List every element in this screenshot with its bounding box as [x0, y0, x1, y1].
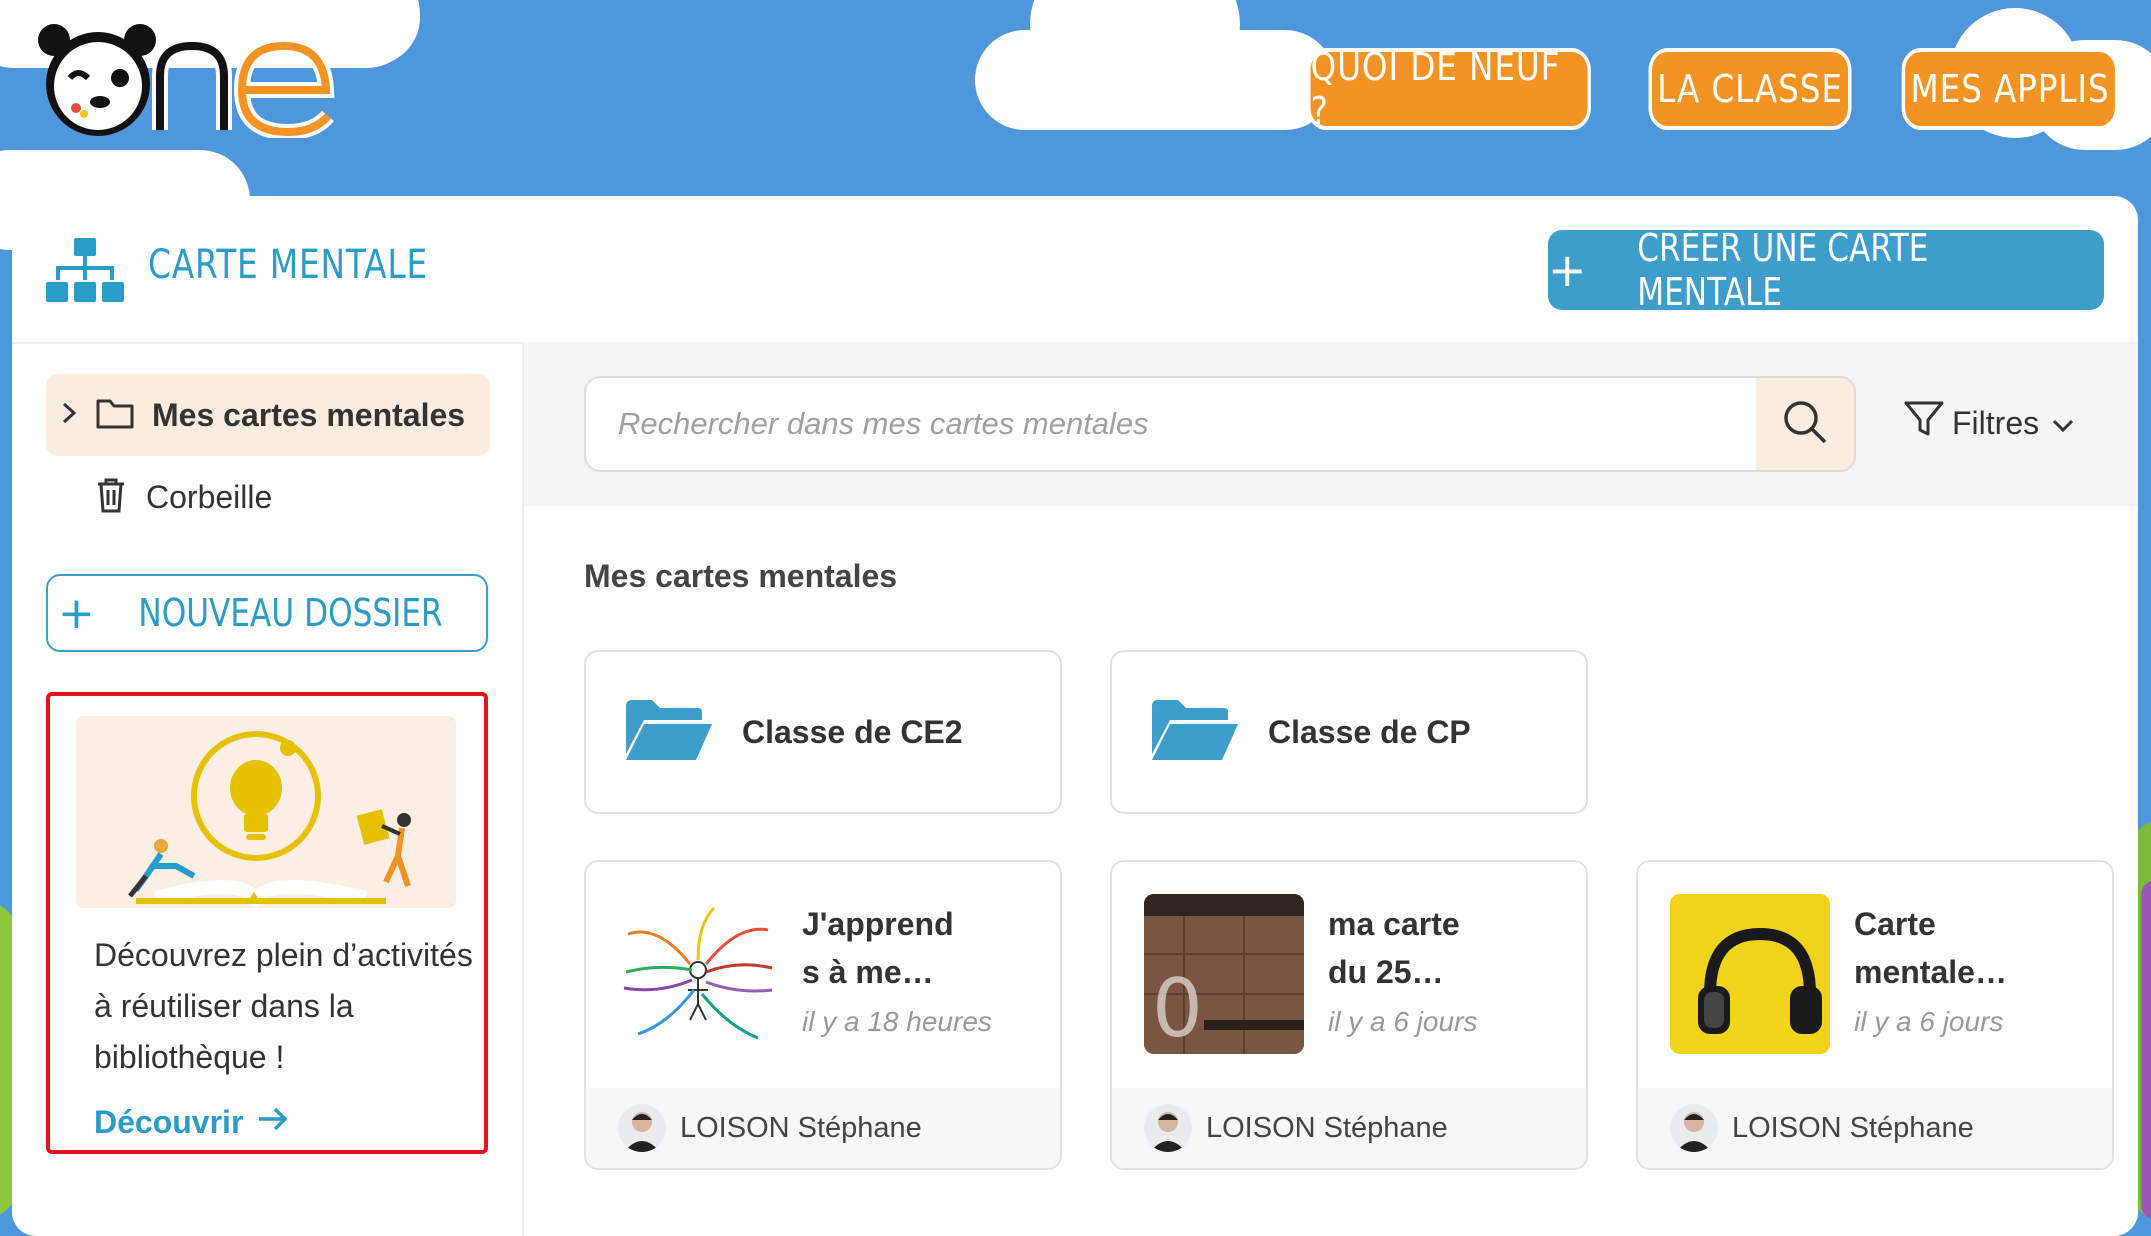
avatar — [1670, 1104, 1718, 1152]
sidebar-item-mes-cartes[interactable]: Mes cartes mentales — [46, 374, 490, 456]
folder-card[interactable]: Classe de CP — [1110, 650, 1588, 814]
mindmap-thumbnail — [1670, 894, 1830, 1054]
mindmap-card[interactable]: J'apprend s à me… il y a 18 heures LOISO… — [584, 860, 1062, 1170]
one-logo[interactable] — [36, 18, 376, 141]
nav-la-classe[interactable]: LA CLASSE — [1648, 48, 1852, 130]
search-box — [584, 376, 1856, 472]
mindmap-title-line: s à me… — [802, 954, 934, 990]
discover-label: Découvrir — [94, 1104, 244, 1140]
mindmap-title-line: J'apprend — [802, 906, 954, 942]
trash-icon — [96, 477, 126, 518]
nav-quoi-de-neuf[interactable]: QUOI DE NEUF ? — [1307, 45, 1591, 133]
folder-icon — [96, 397, 134, 434]
new-folder-button[interactable]: + NOUVEAU DOSSIER — [46, 574, 488, 652]
folder-name: Classe de CP — [1268, 713, 1471, 750]
search-icon — [1782, 399, 1828, 450]
filters-button[interactable]: Filtres — [1904, 400, 2075, 446]
mindmap-title: ma carte du 25… — [1328, 900, 1538, 996]
sidebar-item-label: Mes cartes mentales — [152, 396, 466, 433]
mindmap-title-line: Carte — [1854, 906, 1936, 942]
app-header: CARTE MENTALE + CRÉER UNE CARTE MENTALE — [12, 196, 2138, 344]
search-button[interactable] — [1756, 378, 1854, 470]
app-title: CARTE MENTALE — [148, 242, 429, 288]
sidebar-item-label: Corbeille — [146, 478, 273, 515]
nav-mes-applis[interactable]: MES APPLIS — [1901, 48, 2119, 130]
folder-open-icon — [624, 698, 714, 767]
mindmap-time: il y a 6 jours — [1328, 1006, 1478, 1037]
mindmap-footer: LOISON Stéphane — [1638, 1088, 2112, 1168]
search-input[interactable] — [586, 378, 1756, 470]
mindmap-title-line: du 25… — [1328, 954, 1444, 990]
library-promo-card: Découvrez plein d’activités à réutiliser… — [46, 692, 488, 1154]
arrow-right-icon — [257, 1104, 289, 1141]
mindmap-card[interactable]: Carte mentale… il y a 6 jours LOISON Sté… — [1636, 860, 2114, 1170]
mindmap-thumbnail — [618, 894, 778, 1054]
mindmap-author: LOISON Stéphane — [1206, 1111, 1448, 1144]
mindmap-title-line: mentale… — [1854, 954, 2007, 990]
plus-icon: + — [1548, 243, 1587, 297]
folder-open-icon — [1150, 698, 1240, 767]
cloud-decoration — [1030, 0, 1240, 100]
chevron-right-icon[interactable] — [60, 401, 78, 430]
mindmap-title: Carte mentale… — [1854, 900, 2064, 996]
search-bar: Filtres — [524, 342, 2138, 506]
library-illustration — [76, 716, 456, 908]
plus-icon: + — [58, 587, 95, 639]
mindmap-author: LOISON Stéphane — [1732, 1111, 1974, 1144]
filters-label: Filtres — [1952, 404, 2040, 441]
mindmap-title-line: ma carte — [1328, 906, 1460, 942]
folder-card[interactable]: Classe de CE2 — [584, 650, 1062, 814]
avatar — [618, 1104, 666, 1152]
sitemap-icon — [46, 238, 126, 310]
mindmap-footer: LOISON Stéphane — [1112, 1088, 1586, 1168]
svg-text:0: 0 — [1152, 962, 1203, 1054]
avatar — [1144, 1104, 1192, 1152]
mindmap-footer: LOISON Stéphane — [586, 1088, 1060, 1168]
main-content: Filtres Mes cartes mentales Classe de CE… — [524, 342, 2138, 1236]
mindmap-title: J'apprend s à me… — [802, 900, 1012, 996]
section-title: Mes cartes mentales — [584, 558, 898, 594]
app-panel: CARTE MENTALE + CRÉER UNE CARTE MENTALE … — [12, 196, 2138, 1236]
sidebar-item-corbeille[interactable]: Corbeille — [46, 456, 490, 538]
sidebar: Mes cartes mentales Corbeille + NOUVEAU … — [12, 342, 524, 1236]
new-folder-label: NOUVEAU DOSSIER — [138, 591, 443, 635]
mindmap-time: il y a 6 jours — [1854, 1006, 2004, 1037]
folder-name: Classe de CE2 — [742, 713, 963, 750]
chevron-down-icon — [2051, 405, 2075, 442]
mindmap-thumbnail: 0 — [1144, 894, 1304, 1054]
promo-text: Découvrez plein d’activités à réutiliser… — [94, 937, 473, 1075]
filter-icon — [1904, 400, 1944, 446]
mindmap-author: LOISON Stéphane — [680, 1111, 922, 1144]
create-mindmap-label: CRÉER UNE CARTE MENTALE — [1636, 226, 1928, 314]
mindmap-time: il y a 18 heures — [802, 1006, 992, 1037]
discover-link[interactable]: Découvrir — [94, 1104, 289, 1141]
hill-decoration — [2141, 880, 2151, 1220]
create-mindmap-button[interactable]: + CRÉER UNE CARTE MENTALE — [1548, 226, 2104, 314]
mindmap-card[interactable]: 0 ma carte du 25… il y a 6 jours LOISON … — [1110, 860, 1588, 1170]
